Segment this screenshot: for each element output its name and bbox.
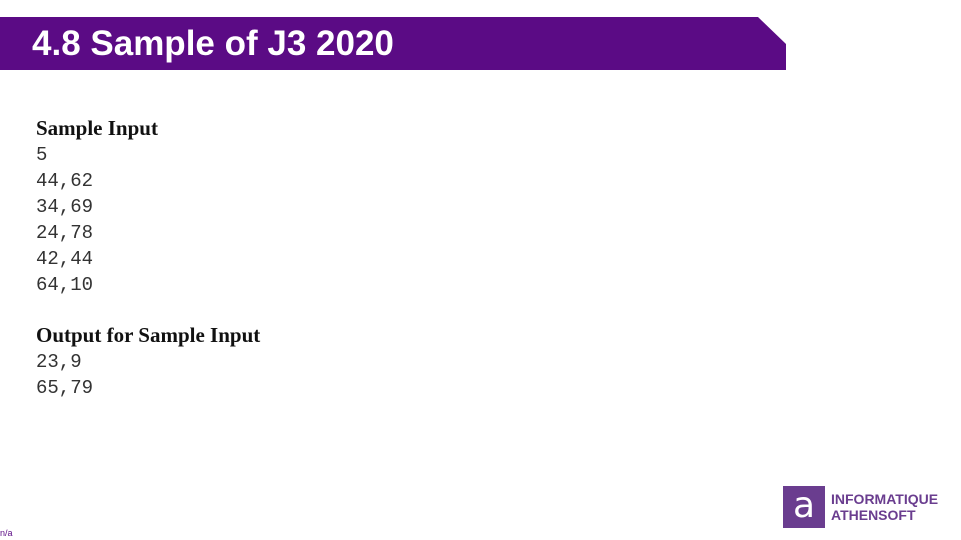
logo-a-icon: a	[783, 486, 825, 528]
informatique-athensoft-logo: a INFORMATIQUE ATHENSOFT	[783, 486, 938, 528]
slide: 4.8 Sample of J3 2020 Sample Input 5 44,…	[0, 0, 961, 540]
footer-note: n/a	[0, 528, 13, 538]
logo-text: INFORMATIQUE ATHENSOFT	[831, 491, 938, 523]
sample-input-line: 44,62	[36, 170, 94, 192]
sample-input-lines: 5 44,62 34,69 24,78 42,44 64,10	[36, 142, 158, 298]
sample-input-heading: Sample Input	[36, 116, 158, 140]
sample-input-line: 34,69	[36, 196, 94, 218]
sample-input-line: 64,10	[36, 274, 94, 296]
sample-output-section: Output for Sample Input 23,9 65,79	[36, 322, 260, 401]
sample-input-line: 5	[36, 144, 48, 166]
title-bar: 4.8 Sample of J3 2020	[0, 17, 786, 70]
sample-input-line: 42,44	[36, 248, 94, 270]
logo-line-1: INFORMATIQUE	[831, 491, 939, 507]
sample-input-line: 24,78	[36, 222, 94, 244]
sample-output-lines: 23,9 65,79	[36, 349, 260, 401]
sample-output-heading: Output for Sample Input	[36, 323, 261, 347]
slide-title: 4.8 Sample of J3 2020	[32, 24, 394, 63]
sample-input-section: Sample Input 5 44,62 34,69 24,78 42,44 6…	[36, 115, 158, 298]
sample-output-line: 65,79	[36, 377, 94, 399]
sample-output-line: 23,9	[36, 351, 82, 373]
logo-line-2: ATHENSOFT	[831, 507, 916, 523]
